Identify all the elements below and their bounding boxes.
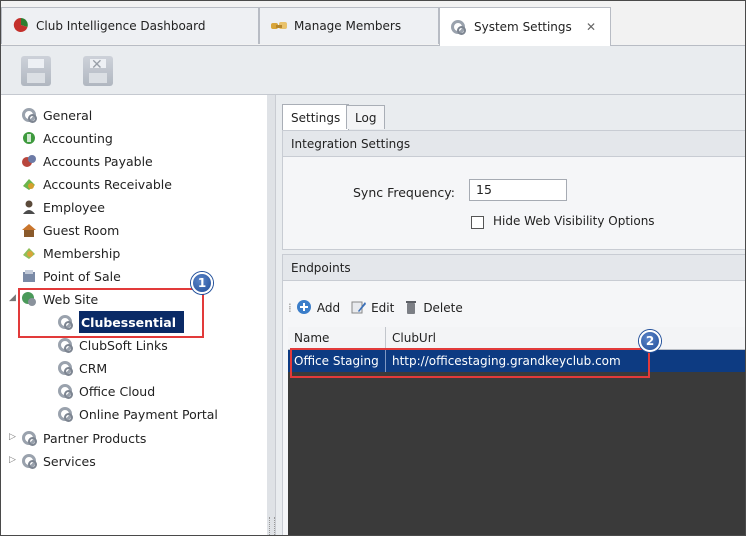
save-icon — [21, 56, 51, 86]
callout-badge-1: 1 — [191, 272, 213, 294]
add-icon — [296, 299, 312, 318]
delete-button[interactable]: Delete — [404, 299, 463, 318]
tree-item-label: Accounts Receivable — [43, 176, 172, 192]
tree-item-label: Accounting — [43, 130, 113, 146]
grid-header: Name ClubUrl — [288, 327, 745, 350]
gears-icon — [21, 430, 37, 446]
tree-item-label: General — [43, 107, 93, 123]
tree-item-label: Accounts Payable — [43, 153, 153, 169]
integration-settings-title: Integration Settings — [291, 136, 411, 151]
tree-item-accounts-payable[interactable]: Accounts Payable — [21, 151, 153, 171]
tree-item-services[interactable]: Services — [21, 451, 96, 471]
employee-icon — [21, 199, 37, 215]
expand-arrow-icon[interactable]: ▷ — [9, 455, 16, 465]
splitter-grip[interactable] — [269, 517, 275, 535]
tab-settings[interactable]: Settings — [282, 104, 350, 130]
save-close-icon: ✕ — [83, 56, 113, 86]
toolbar-grip-icon: ⁞ — [288, 301, 292, 315]
expand-arrow-icon[interactable]: ▷ — [9, 432, 16, 442]
save-and-close-button[interactable]: ✕ — [81, 54, 115, 88]
sync-frequency-input[interactable]: 15 — [469, 179, 567, 201]
gears-icon — [57, 406, 73, 422]
tree-item-label: Partner Products — [43, 430, 147, 446]
collapse-arrow-icon[interactable]: ◢ — [9, 293, 16, 303]
document-tab-strip: Club Intelligence Dashboard Manage Membe… — [1, 1, 745, 46]
tab-club-intelligence-dashboard[interactable]: Club Intelligence Dashboard — [1, 7, 259, 44]
gears-icon — [57, 337, 73, 353]
column-header-name[interactable]: Name — [288, 327, 386, 349]
gears-icon — [21, 453, 37, 469]
tree-item-accounts-receivable[interactable]: Accounts Receivable — [21, 174, 172, 194]
accounts-receivable-icon — [21, 176, 37, 192]
tree-item-label: Point of Sale — [43, 268, 121, 284]
endpoints-title: Endpoints — [291, 260, 351, 275]
tab-system-settings[interactable]: System Settings ✕ — [439, 7, 611, 46]
tree-item-membership[interactable]: Membership — [21, 243, 120, 263]
tab-label: Log — [355, 110, 377, 125]
edit-icon — [350, 299, 367, 318]
tab-label: Manage Members — [294, 19, 402, 33]
accounting-icon — [21, 130, 37, 146]
tree-item-label: Guest Room — [43, 222, 120, 238]
column-header-cluburl[interactable]: ClubUrl — [386, 327, 745, 349]
tree-item-office-cloud[interactable]: Office Cloud — [57, 381, 155, 401]
save-button[interactable] — [19, 54, 53, 88]
callout-box-2 — [290, 348, 650, 378]
trash-icon — [404, 299, 418, 318]
tree-item-label: CRM — [79, 360, 108, 376]
close-icon[interactable]: ✕ — [586, 20, 596, 34]
hide-web-visibility-label: Hide Web Visibility Options — [493, 214, 655, 228]
grid-toolbar: ⁞ Add Edit Delete — [288, 296, 473, 320]
gears-icon — [57, 383, 73, 399]
tree-item-partner-products[interactable]: Partner Products — [21, 428, 146, 448]
tree-item-online-payment-portal[interactable]: Online Payment Portal — [57, 404, 218, 424]
tree-item-clubsoft-links[interactable]: ClubSoft Links — [57, 335, 168, 355]
tree-item-guest-room[interactable]: Guest Room — [21, 220, 119, 240]
gears-icon — [450, 19, 468, 35]
tab-label: Club Intelligence Dashboard — [36, 19, 206, 33]
membership-icon — [21, 245, 37, 261]
tree-item-label: Office Cloud — [79, 383, 156, 399]
tree-item-general[interactable]: General — [21, 105, 92, 125]
tab-label: System Settings — [474, 20, 572, 34]
integration-settings-section: Integration Settings Sync Frequency: 15 … — [282, 130, 745, 250]
pie-chart-icon — [12, 17, 30, 36]
settings-panel: Settings Log Integration Settings Sync F… — [276, 95, 745, 535]
hide-web-visibility-checkbox[interactable] — [471, 216, 484, 229]
tree-item-crm[interactable]: CRM — [57, 358, 107, 378]
gears-icon — [57, 360, 73, 376]
tree-item-accounting[interactable]: Accounting — [21, 128, 113, 148]
sync-frequency-label: Sync Frequency: — [353, 185, 455, 200]
tree-item-label: Services — [43, 453, 96, 469]
gears-icon — [21, 107, 37, 123]
accounts-payable-icon — [21, 153, 37, 169]
add-label: Add — [316, 301, 341, 315]
tree-item-employee[interactable]: Employee — [21, 197, 105, 217]
delete-label: Delete — [423, 301, 463, 315]
app-window: Club Intelligence Dashboard Manage Membe… — [0, 0, 746, 536]
toolbar: ✕ — [1, 46, 745, 95]
handshake-icon — [270, 17, 288, 36]
callout-badge-2: 2 — [639, 330, 661, 352]
callout-box-1 — [18, 288, 204, 338]
guest-room-icon — [21, 222, 37, 238]
tree-item-point-of-sale[interactable]: Point of Sale — [21, 266, 121, 286]
section-header: Integration Settings — [283, 131, 745, 157]
tab-manage-members[interactable]: Manage Members — [259, 7, 439, 44]
tab-label: Settings — [291, 110, 341, 125]
panel-splitter[interactable] — [267, 95, 276, 535]
tree-item-label: Employee — [43, 199, 105, 215]
tab-log[interactable]: Log — [346, 105, 386, 129]
edit-label: Edit — [371, 301, 395, 315]
edit-button[interactable]: Edit — [350, 299, 394, 318]
tree-item-label: Online Payment Portal — [79, 406, 218, 422]
add-button[interactable]: Add — [296, 299, 340, 318]
point-of-sale-icon — [21, 268, 37, 284]
tree-item-label: Membership — [43, 245, 121, 261]
tree-item-label: ClubSoft Links — [79, 337, 168, 353]
section-header: Endpoints — [283, 255, 745, 281]
